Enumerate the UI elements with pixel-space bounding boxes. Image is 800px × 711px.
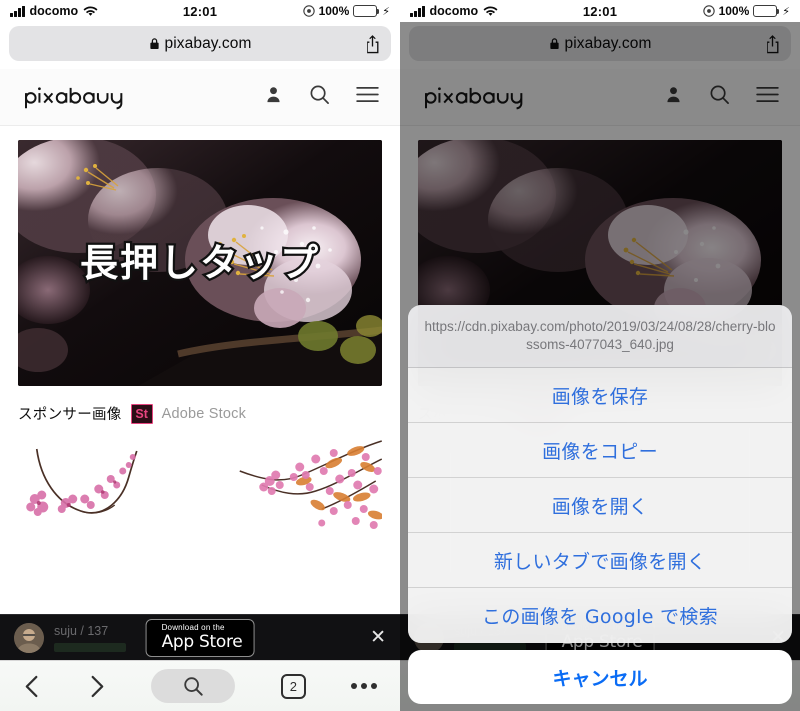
action-open-image[interactable]: 画像を開く	[408, 478, 792, 533]
badge-large-text: App Store	[161, 631, 243, 652]
url-bar[interactable]: pixabay.com	[9, 26, 391, 61]
status-bar-right-panel: docomo 12:01 100% ⚡	[400, 0, 800, 22]
search-icon[interactable]	[309, 84, 330, 110]
status-bar: docomo 12:01 100% ⚡	[0, 0, 400, 22]
page-content: 長押しタップ スポンサー画像 St Adobe Stock	[0, 126, 400, 544]
lightning-bolt-icon: ⚡	[382, 5, 390, 18]
share-icon[interactable]	[364, 33, 381, 54]
hero-image[interactable]: 長押しタップ	[18, 140, 382, 386]
sponsor-thumbnail-1[interactable]	[18, 437, 196, 544]
battery-icon	[353, 5, 380, 17]
action-search-image-google[interactable]: この画像を Google で検索	[408, 588, 792, 643]
header-icons	[264, 84, 381, 110]
action-sheet-url: https://cdn.pixabay.com/photo/2019/03/24…	[408, 304, 792, 368]
rotation-lock-icon	[302, 5, 315, 17]
browser-toolbar: 2	[0, 660, 400, 711]
lightning-bolt-icon: ⚡	[782, 5, 790, 18]
battery-percent-label: 100%	[318, 4, 350, 18]
app-store-download-badge[interactable]: Download on the App Store	[145, 618, 255, 657]
signal-bars-icon	[410, 5, 425, 17]
action-sheet: https://cdn.pixabay.com/photo/2019/03/24…	[408, 304, 792, 643]
avatar[interactable]	[14, 622, 44, 653]
adobe-stock-label: Adobe Stock	[161, 405, 247, 422]
status-bar-left: docomo	[10, 4, 200, 18]
hero-image-container: 長押しタップ	[0, 126, 400, 386]
app-store-banner: suju / 137 Download on the App Store ✕	[0, 614, 400, 660]
more-button[interactable]	[351, 683, 378, 689]
tab-count-button[interactable]: 2	[280, 673, 306, 699]
cherry-branch-illustration-2	[205, 437, 382, 544]
carrier-label: docomo	[429, 4, 479, 18]
wifi-icon	[83, 6, 98, 17]
action-sheet-cancel-button[interactable]: キャンセル	[408, 650, 792, 704]
phone-panel-right: docomo 12:01 100% ⚡ pixabay.com https://…	[400, 0, 800, 711]
status-bar-right: 100% ⚡	[200, 4, 390, 18]
adobe-stock-badge-icon: St	[130, 403, 153, 424]
sponsor-thumbnails	[0, 433, 400, 544]
search-button[interactable]	[151, 669, 236, 703]
close-icon[interactable]: ✕	[370, 628, 386, 647]
forward-button[interactable]	[87, 674, 106, 699]
sponsor-thumbnail-2[interactable]	[204, 437, 382, 544]
action-sheet-area: https://cdn.pixabay.com/photo/2019/03/24…	[400, 22, 800, 711]
action-open-image-new-tab[interactable]: 新しいタブで画像を開く	[408, 533, 792, 588]
url-text: pixabay.com	[164, 34, 252, 52]
sponsor-label: スポンサー画像	[18, 407, 122, 423]
site-header	[0, 69, 400, 126]
carrier-label: docomo	[29, 4, 79, 18]
battery-percent-label: 100%	[718, 4, 750, 18]
badge-text: Download on the App Store	[161, 622, 243, 652]
phone-panel-left: docomo 12:01 100% ⚡ pixabay.com 長押しタップ ス…	[0, 0, 400, 711]
url-bar-container: pixabay.com	[0, 22, 400, 69]
action-save-image[interactable]: 画像を保存	[408, 368, 792, 423]
status-bar-right-2: 100% ⚡	[600, 4, 790, 18]
banner-button-placeholder	[54, 642, 126, 652]
hero-caption-text: 長押しタップ	[78, 241, 321, 285]
screenshot-stage: docomo 12:01 100% ⚡ pixabay.com 長押しタップ ス…	[0, 0, 800, 711]
battery-icon	[753, 5, 780, 17]
hamburger-menu-icon[interactable]	[356, 86, 379, 108]
action-copy-image[interactable]: 画像をコピー	[408, 423, 792, 478]
rotation-lock-icon	[702, 5, 715, 17]
cherry-branch-illustration-1	[18, 437, 195, 544]
signal-bars-icon	[10, 5, 25, 17]
back-button[interactable]	[23, 674, 42, 699]
badge-small-text: Download on the	[161, 622, 225, 632]
pixabay-logo[interactable]	[19, 84, 137, 110]
wifi-icon	[483, 6, 498, 17]
sponsor-row: スポンサー画像 St Adobe Stock	[0, 386, 400, 433]
person-icon[interactable]	[264, 85, 283, 109]
lock-icon	[149, 37, 160, 50]
status-bar-left-2: docomo	[410, 4, 600, 18]
